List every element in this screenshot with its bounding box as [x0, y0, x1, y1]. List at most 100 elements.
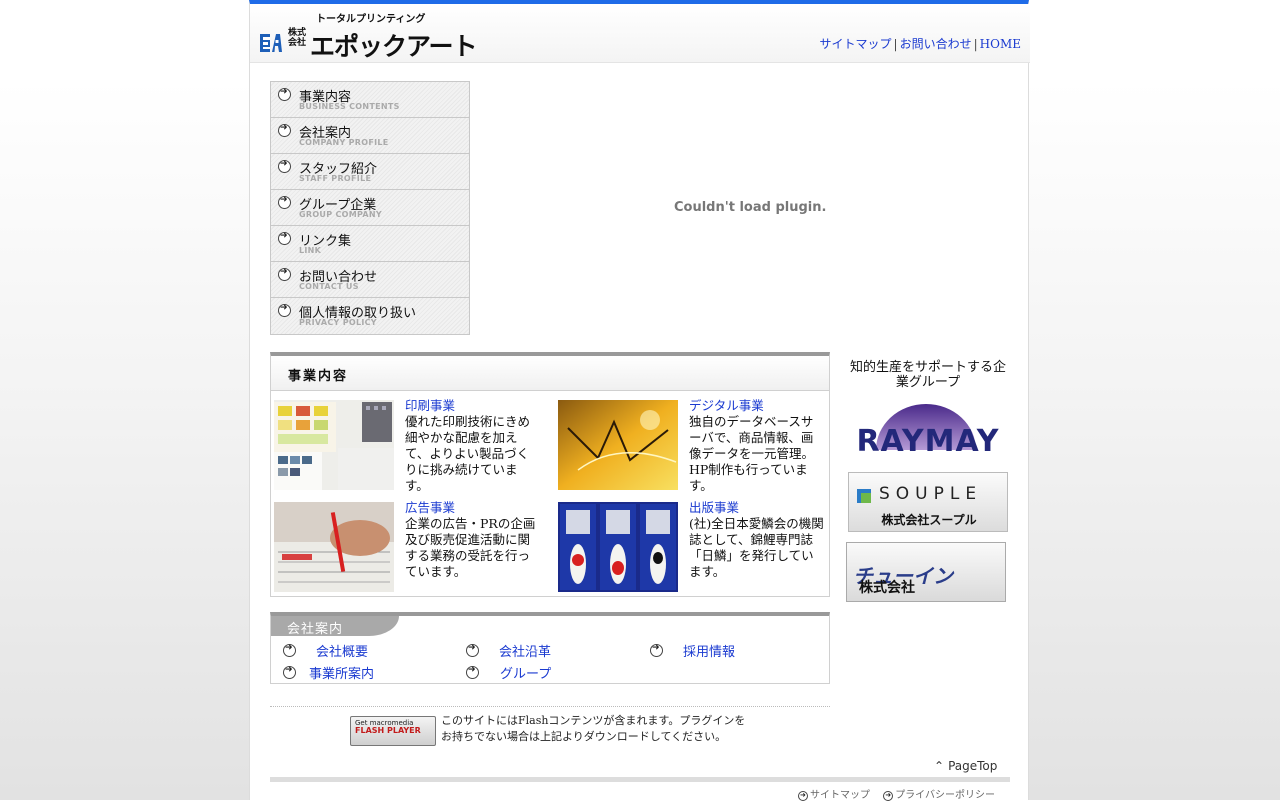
company-link-recruit: 採用情報	[650, 641, 735, 660]
menu-item-sublabel: LINK	[299, 246, 322, 255]
arrow-right-icon	[466, 665, 479, 679]
pagetop-button[interactable]: ⌃ PageTop	[934, 759, 997, 773]
flash-notice: このサイトにはFlashコンテンツが含まれます。プラグインをお持ちでない場合は上…	[441, 714, 746, 743]
group-companies-title: 知的生産をサポートする企業グループ	[849, 360, 1006, 390]
business-item-text: 広告事業 企業の広告・PRの企画及び販売促進活動に関する業務の受託を行っています…	[405, 500, 541, 580]
menu-item-contact[interactable]: お問い合わせCONTACT US	[271, 262, 469, 298]
divider	[270, 706, 830, 707]
menu-item-sublabel: COMPANY PROFILE	[299, 138, 389, 147]
arrow-right-icon	[278, 123, 291, 137]
arrow-right-icon	[466, 643, 479, 657]
arrow-right-icon	[283, 665, 296, 679]
chuin-company-name: 株式会社 チューイン	[853, 560, 953, 596]
digital-description: 独自のデータベースサーバで、商品情報、画像データを一元管理。HP制作も行っていま…	[689, 414, 815, 493]
arrow-right-icon	[278, 303, 291, 317]
menu-item-sublabel: GROUP COMPANY	[299, 210, 383, 219]
menu-item-privacy[interactable]: 個人情報の取り扱いPRIVACY POLICY	[271, 298, 469, 334]
pagetop-label: PageTop	[948, 759, 998, 773]
business-item-text: 出版事業 (社)全日本愛鱗会の機関誌として、錦鯉専門誌「日鱗」を発行しています。	[689, 500, 825, 580]
printing-thumbnail[interactable]	[274, 400, 394, 490]
raymay-banner[interactable]: RAYMAY	[848, 402, 1008, 462]
nav-separator: |	[973, 37, 978, 51]
main-menu: 事業内容BUSINESS CONTENTS 会社案内COMPANY PROFIL…	[270, 81, 470, 335]
menu-item-sublabel: BUSINESS CONTENTS	[299, 102, 400, 111]
printing-description: 優れた印刷技術にきめ細やかな配慮を加えて、よりよい製品づくりに挑み続けています。	[405, 414, 531, 493]
group-link[interactable]: グループ	[500, 667, 551, 682]
footer-link-label: サイトマップ	[810, 790, 870, 801]
publishing-description: (社)全日本愛鱗会の機関誌として、錦鯉専門誌「日鱗」を発行しています。	[689, 516, 824, 579]
footer-links: サイトマップ プライバシーポリシー	[798, 786, 1005, 801]
publishing-thumbnail[interactable]	[558, 502, 678, 592]
menu-item-sublabel: CONTACT US	[299, 282, 359, 291]
header-nav: サイトマップ | お問い合わせ | HOME	[820, 35, 1021, 52]
arrow-right-icon	[278, 195, 291, 209]
footer-link-label: プライバシーポリシー	[895, 790, 995, 801]
chuin-banner[interactable]: 株式会社 チューイン	[846, 542, 1006, 602]
sitemap-link[interactable]: サイトマップ	[820, 37, 892, 51]
footer-privacy-link[interactable]: プライバシーポリシー	[883, 790, 995, 801]
chuin-prefix: 株式会社	[859, 580, 915, 596]
section-title: 事業内容	[288, 369, 349, 384]
business-item-digital: デジタル事業 独自のデータベースサーバで、商品情報、画像データを一元管理。HP制…	[558, 398, 828, 494]
printing-link[interactable]: 印刷事業	[405, 398, 541, 414]
advertising-description: 企業の広告・PRの企画及び販売促進活動に関する業務の受託を行っています。	[405, 516, 536, 579]
plugin-error-message: Couldn't load plugin.	[674, 200, 827, 215]
menu-item-company[interactable]: 会社案内COMPANY PROFILE	[271, 118, 469, 154]
contact-link[interactable]: お問い合わせ	[900, 37, 972, 51]
publishing-link[interactable]: 出版事業	[689, 500, 825, 516]
advertising-link[interactable]: 広告事業	[405, 500, 541, 516]
business-item-advertising: 広告事業 企業の広告・PRの企画及び販売促進活動に関する業務の受託を行っています…	[274, 500, 544, 594]
menu-item-sublabel: STAFF PROFILE	[299, 174, 372, 183]
flash-badge-line2: FLASH PLAYER	[355, 726, 421, 735]
business-item-text: 印刷事業 優れた印刷技術にきめ細やかな配慮を加えて、よりよい製品づくりに挑み続け…	[405, 398, 541, 494]
company-link-offices: 事業所案内	[283, 663, 374, 682]
menu-item-group[interactable]: グループ企業GROUP COMPANY	[271, 190, 469, 226]
footer-sitemap-link[interactable]: サイトマップ	[798, 790, 870, 801]
chevron-up-icon: ⌃	[934, 759, 945, 773]
site-logo[interactable]: 株式会社 トータルプリンティング エポックアート	[260, 10, 480, 61]
arrow-right-icon	[650, 643, 663, 657]
business-section: 事業内容 印刷事業 優れた印刷技術にきめ細やかな配慮を加えて、よりよい製品づくり…	[270, 352, 830, 597]
arrow-right-icon	[278, 231, 291, 245]
nav-separator: |	[893, 37, 898, 51]
section-title: 会社案内	[287, 622, 344, 637]
souple-logo-icon	[857, 489, 871, 503]
history-link[interactable]: 会社沿革	[499, 645, 551, 660]
raymay-logo-text: RAYMAY	[856, 424, 1000, 459]
flash-player-download-button[interactable]: Get macromedia FLASH PLAYER	[350, 716, 436, 746]
digital-link[interactable]: デジタル事業	[689, 398, 825, 414]
arrow-right-icon	[278, 159, 291, 173]
company-link-overview: 会社概要	[283, 641, 368, 660]
arrow-right-icon	[283, 643, 296, 657]
business-item-publishing: 出版事業 (社)全日本愛鱗会の機関誌として、錦鯉専門誌「日鱗」を発行しています。	[558, 500, 828, 594]
logo-company-type: 株式会社	[288, 28, 307, 48]
business-item-printing: 印刷事業 優れた印刷技術にきめ細やかな配慮を加えて、よりよい製品づくりに挑み続け…	[274, 398, 544, 494]
menu-item-business[interactable]: 事業内容BUSINESS CONTENTS	[271, 82, 469, 118]
page: 株式会社 トータルプリンティング エポックアート サイトマップ | お問い合わせ | H…	[249, 0, 1030, 801]
business-item-text: デジタル事業 独自のデータベースサーバで、商品情報、画像データを一元管理。HP制…	[689, 398, 825, 494]
company-link-history: 会社沿革	[466, 641, 551, 660]
offices-link[interactable]: 事業所案内	[309, 667, 374, 682]
menu-item-link[interactable]: リンク集LINK	[271, 226, 469, 262]
overview-link[interactable]: 会社概要	[316, 645, 368, 660]
footer-bar	[270, 777, 1010, 782]
logo-tagline: トータルプリンティング	[316, 14, 426, 25]
advertising-thumbnail[interactable]	[274, 502, 394, 592]
digital-thumbnail[interactable]	[558, 400, 678, 490]
souple-banner[interactable]: SOUPLE 株式会社スープル	[848, 472, 1008, 532]
company-link-group: グループ	[466, 663, 551, 682]
arrow-right-icon	[278, 87, 291, 101]
home-link[interactable]: HOME	[980, 37, 1021, 51]
logo-company-name: エポックアート	[310, 32, 478, 61]
souple-logo-text: SOUPLE	[879, 484, 983, 504]
souple-company-name: 株式会社スープル	[881, 513, 977, 527]
arrow-right-icon	[278, 267, 291, 281]
section-header: 会社案内	[271, 616, 399, 637]
menu-item-staff[interactable]: スタッフ紹介STAFF PROFILE	[271, 154, 469, 190]
recruit-link[interactable]: 採用情報	[683, 645, 735, 660]
logo-mark-icon	[260, 34, 282, 52]
company-section: 会社案内 会社概要 会社沿革 採用情報 事業所案内 グループ	[270, 612, 830, 684]
site-header: 株式会社 トータルプリンティング エポックアート サイトマップ | お問い合わせ | H…	[250, 4, 1030, 63]
section-header: 事業内容	[271, 356, 829, 391]
menu-item-sublabel: PRIVACY POLICY	[299, 318, 377, 327]
